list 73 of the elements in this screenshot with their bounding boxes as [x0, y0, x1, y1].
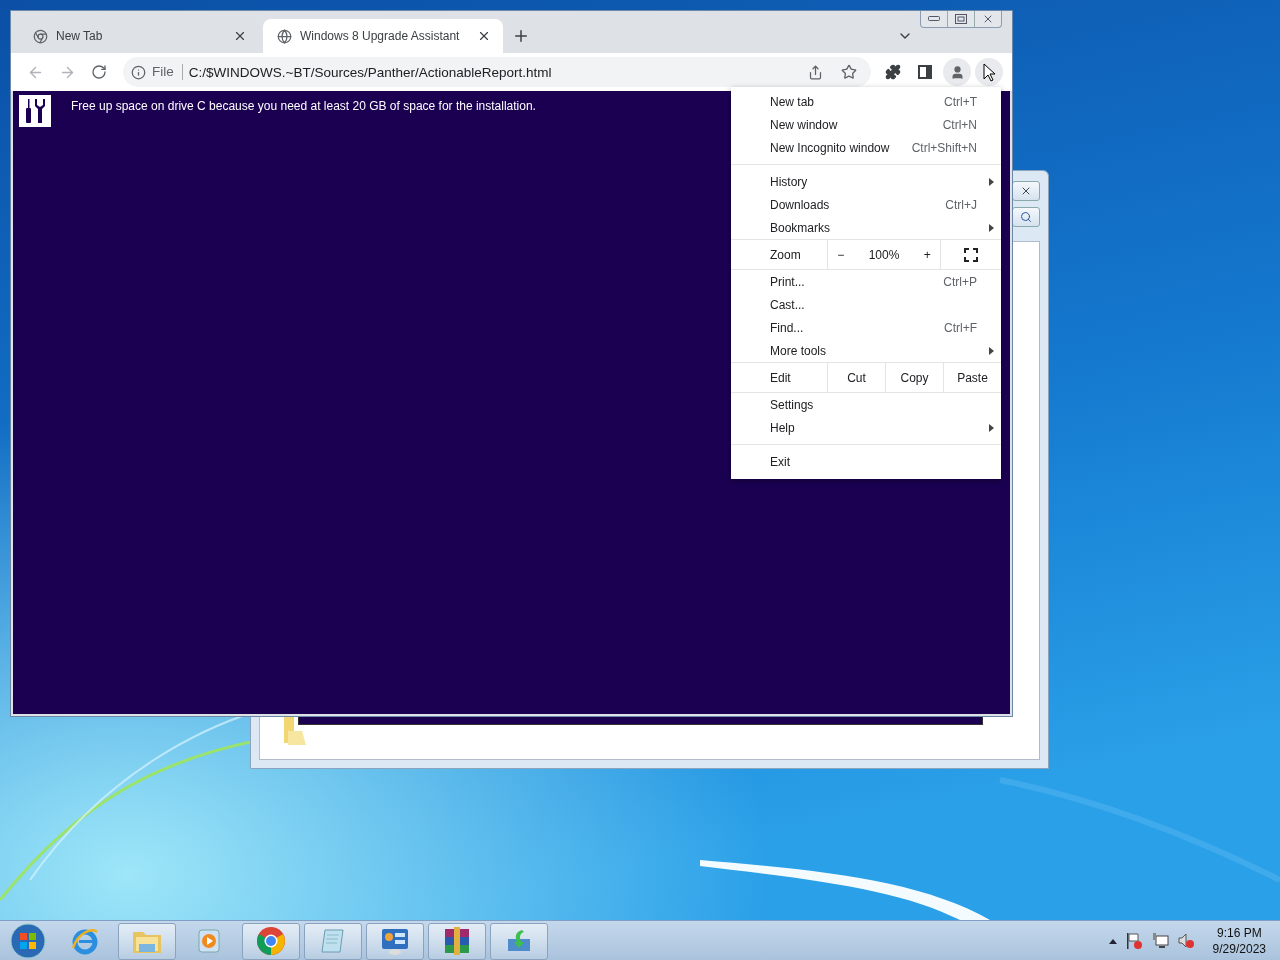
close-icon — [1020, 185, 1032, 197]
share-icon — [807, 64, 823, 80]
warning-message: Free up space on drive C because you need at least 20 GB of space for the installation. — [71, 99, 536, 113]
show-hidden-icons-icon[interactable] — [1108, 938, 1117, 944]
zoom-level: 100% — [868, 247, 900, 262]
submenu-arrow-icon — [989, 424, 994, 432]
zoom-out-button[interactable]: − — [837, 247, 845, 262]
menu-item[interactable]: More tools — [731, 339, 1001, 362]
chrome-icon — [33, 28, 48, 44]
edit-action-button[interactable]: Cut — [847, 370, 866, 385]
zoom-label: Zoom — [770, 247, 801, 262]
chrome-icon — [255, 925, 287, 957]
flag-icon[interactable] — [1124, 932, 1143, 950]
media-player-icon — [196, 927, 222, 955]
maximize-icon — [955, 14, 967, 24]
start-button[interactable] — [10, 923, 46, 959]
submenu-arrow-icon — [989, 178, 994, 186]
globe-icon — [277, 28, 292, 44]
shortcut-label: Ctrl+Shift+N — [911, 140, 977, 155]
speaker-muted-icon[interactable] — [1176, 932, 1195, 950]
browser-tab[interactable]: New Tab — [19, 19, 259, 53]
address-bar[interactable]: File C:/$WINDOWS.~BT/Sources/Panther/ActionableReport.html — [123, 57, 871, 87]
menu-button[interactable] — [975, 58, 1003, 86]
fullscreen-icon[interactable] — [963, 247, 978, 262]
minimize-icon — [928, 16, 940, 22]
menu-item[interactable]: New Incognito window Ctrl+Shift+N — [731, 136, 1001, 159]
menu-item[interactable]: Exit — [731, 450, 1001, 473]
edit-action-button[interactable]: Copy — [900, 370, 929, 385]
close-icon — [982, 13, 994, 25]
submenu-arrow-icon — [989, 224, 994, 232]
control-panel-icon — [379, 926, 411, 956]
menu-item[interactable]: New tab Ctrl+T — [731, 90, 1001, 113]
close-button[interactable] — [1012, 181, 1040, 201]
submenu-arrow-icon — [989, 347, 994, 355]
browser-tab[interactable]: Windows 8 Upgrade Assistant — [263, 19, 503, 53]
search-button[interactable] — [1012, 207, 1040, 227]
menu-item[interactable]: Find... Ctrl+F — [731, 316, 1001, 339]
reload-icon — [91, 64, 107, 80]
clock[interactable]: 9:16 PM 9/29/2023 — [1212, 926, 1266, 956]
menu-item[interactable]: Downloads Ctrl+J — [731, 193, 1001, 216]
shortcut-label: Ctrl+N — [942, 117, 977, 132]
search-icon — [1020, 211, 1032, 223]
cursor-icon — [982, 62, 996, 82]
info-icon — [131, 64, 146, 80]
menu-item[interactable]: Settings — [731, 393, 1001, 416]
menu-item[interactable]: Print... Ctrl+P — [731, 270, 1001, 293]
shortcut-label: Ctrl+P — [943, 274, 977, 289]
profile-button[interactable] — [943, 58, 971, 86]
edit-action-button[interactable]: Paste — [957, 370, 988, 385]
plus-icon — [512, 27, 530, 45]
menu-item[interactable]: Bookmarks — [731, 216, 1001, 239]
person-icon — [949, 64, 965, 80]
menu-item[interactable]: History — [731, 170, 1001, 193]
menu-item[interactable]: Help — [731, 416, 1001, 439]
taskbar-button[interactable] — [242, 922, 300, 960]
taskbar-button[interactable] — [428, 922, 486, 960]
menu-item[interactable]: New window Ctrl+N — [731, 113, 1001, 136]
side-panel-icon — [918, 65, 932, 79]
shortcut-label: Ctrl+J — [945, 197, 977, 212]
taskbar-button[interactable] — [490, 922, 548, 960]
edit-label: Edit — [770, 370, 791, 385]
shortcut-label: Ctrl+T — [944, 94, 977, 109]
shortcut-label: Ctrl+F — [944, 320, 977, 335]
browser-icon — [70, 926, 100, 956]
menu-item[interactable]: Cast... — [731, 293, 1001, 316]
close-icon[interactable] — [233, 29, 247, 43]
puzzle-icon — [885, 64, 901, 80]
tools-icon — [19, 95, 51, 127]
close-icon[interactable] — [477, 29, 491, 43]
zoom-in-button[interactable]: + — [923, 247, 931, 262]
taskbar-button[interactable] — [366, 922, 424, 960]
star-icon — [841, 64, 857, 80]
network-icon[interactable] — [1150, 932, 1169, 950]
